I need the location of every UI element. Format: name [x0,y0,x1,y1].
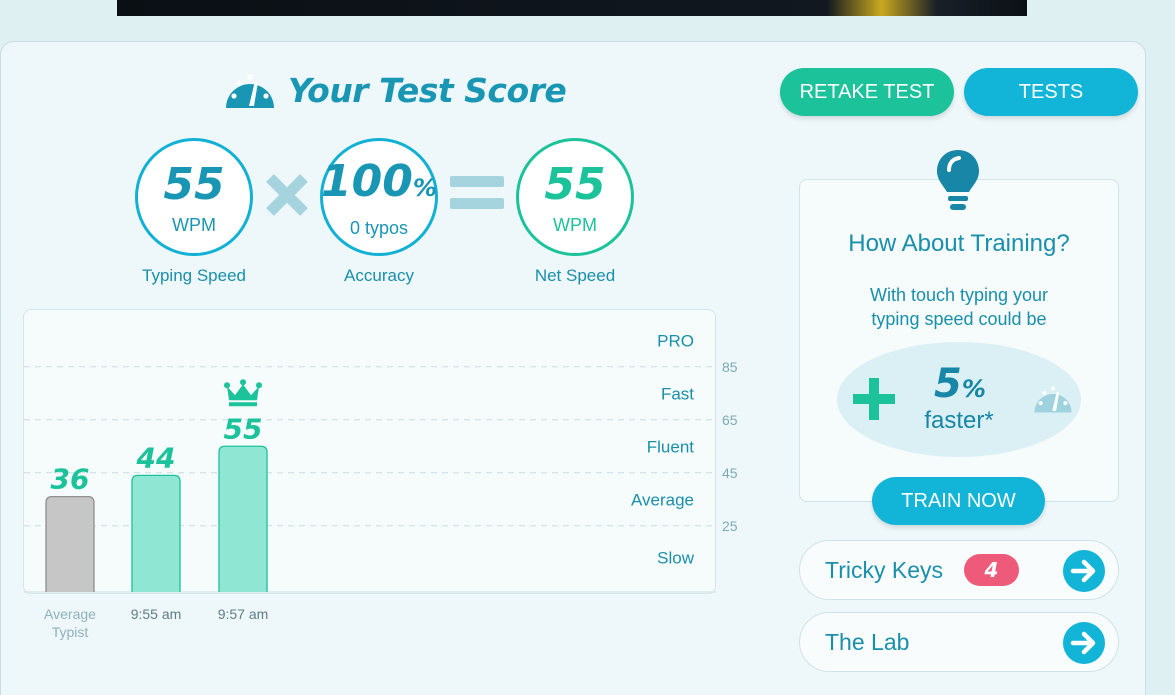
data-label: 44 [136,441,176,474]
y-tick-label: 65 [722,412,738,428]
the-lab-link[interactable]: The Lab [799,612,1119,672]
tricky-keys-link[interactable]: Tricky Keys 4 [799,540,1119,600]
y-tick-label: 25 [722,518,738,534]
arrow-right-icon[interactable] [1063,550,1105,592]
lightbulb-icon [935,148,981,217]
zone-label: Slow [657,549,695,568]
training-heading: How About Training? [848,230,1070,257]
plus-icon [853,378,895,420]
zone-label: PRO [657,331,694,350]
bar [45,495,95,592]
speedometer-icon [1029,380,1077,419]
train-now-button[interactable]: TRAIN NOW [872,477,1045,525]
data-label: 55 [224,412,263,445]
improvement-percent: 5% [934,361,986,407]
bar [131,474,181,592]
bar [218,445,268,592]
training-description: With touch typing your typing speed coul… [869,285,1049,329]
tricky-keys-count-badge: 4 [964,554,1019,586]
speed-chart: 85 65 45 25 PRO Fast Fluent Average Slow 36 Averag… [24,331,738,640]
the-lab-label: The Lab [825,629,910,655]
x-tick-label: Typist [52,624,89,640]
retake-test-button[interactable]: RETAKE TEST [780,68,954,116]
tests-button[interactable]: TESTS [964,68,1138,116]
data-label: 36 [51,463,90,496]
x-tick-label: 9:55 am [131,606,182,622]
tricky-keys-label: Tricky Keys [825,557,943,583]
zone-label: Fast [661,384,694,403]
x-tick-label: 9:57 am [218,606,269,622]
zone-label: Average [631,490,694,509]
x-tick-label: Average [44,606,96,622]
y-tick-label: 45 [722,465,738,481]
y-tick-label: 85 [722,359,738,375]
faster-text: faster* [924,407,994,434]
arrow-right-icon[interactable] [1063,622,1105,664]
zone-label: Fluent [647,437,695,456]
crown-icon [224,379,262,407]
